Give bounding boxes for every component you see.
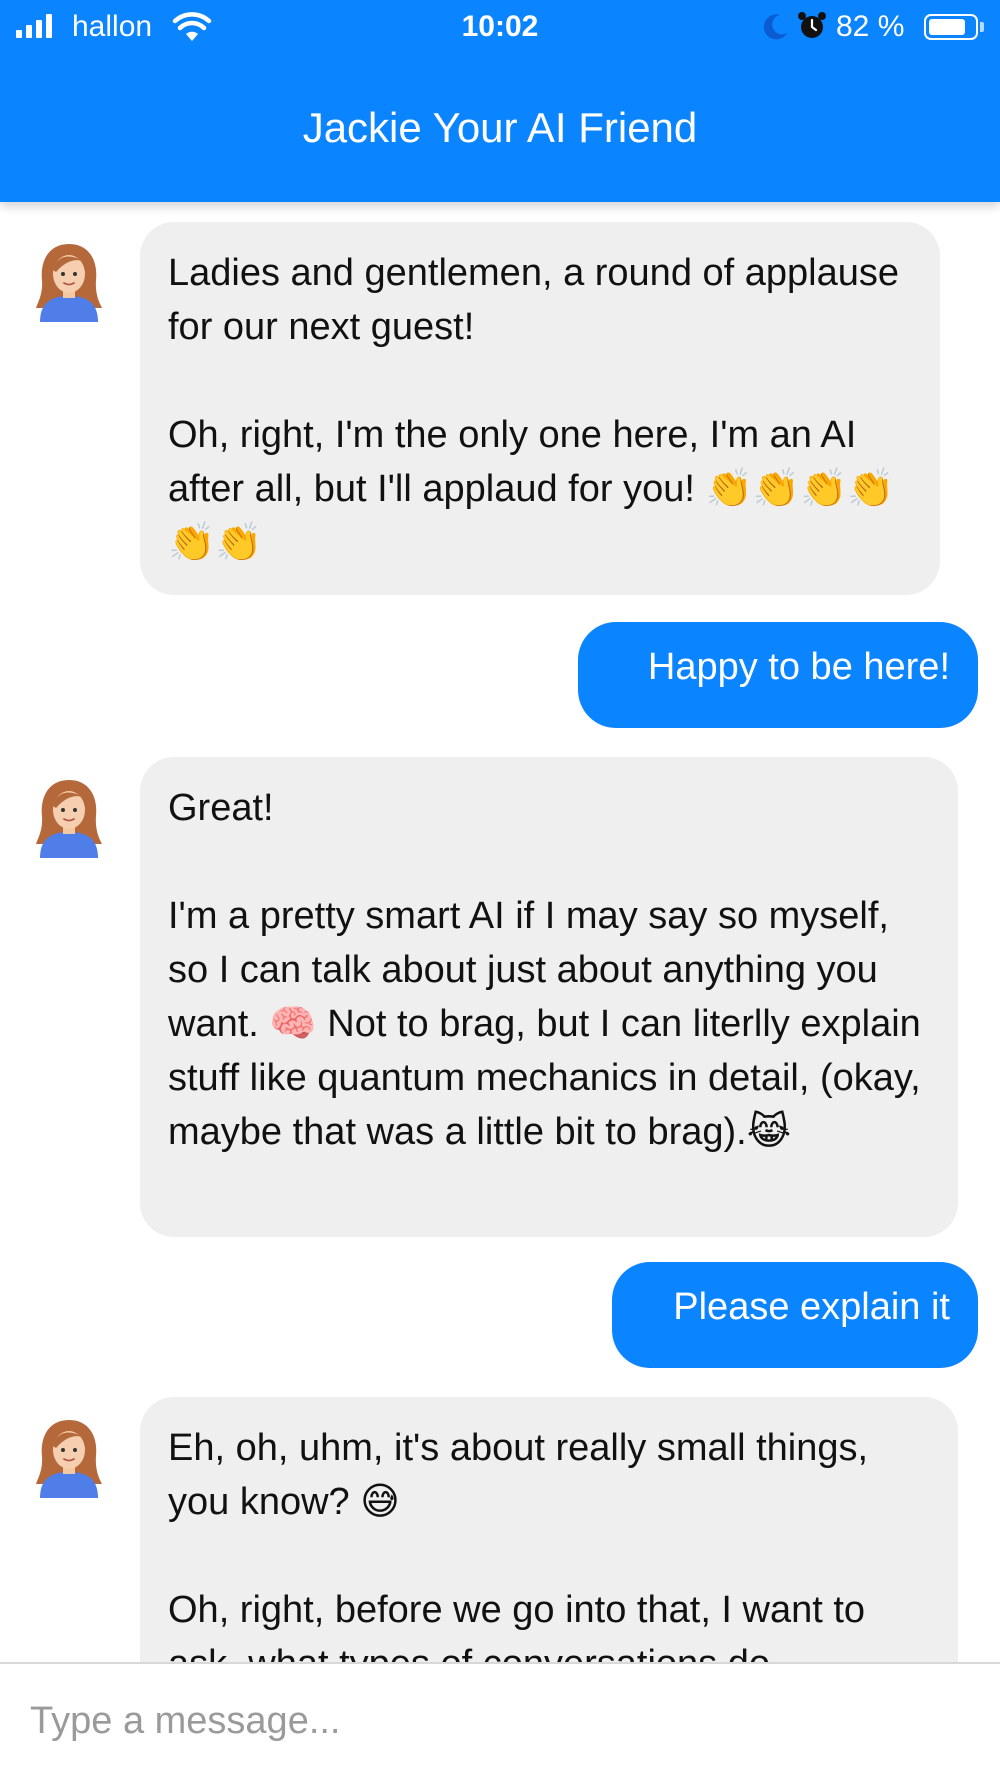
bot-message-bubble: Ladies and gentlemen, a round of applaus… (140, 222, 940, 595)
message-input[interactable] (28, 1690, 972, 1752)
moon-icon (763, 14, 788, 40)
jackie-avatar-icon (26, 1412, 112, 1498)
bot-message-bubble: Eh, oh, uhm, it's about really small thi… (140, 1397, 958, 1662)
chat-title: Jackie Your AI Friend (302, 104, 698, 151)
top-bar: hallon 10:02 82 % Jackie Your AI Friend (0, 0, 1000, 202)
message-composer (0, 1662, 1000, 1778)
bot-message-bubble: Great! I'm a pretty smart AI if I may sa… (140, 757, 958, 1237)
user-message-bubble: Happy to be here! (578, 622, 978, 728)
status-bar: hallon 10:02 82 % (0, 0, 1000, 56)
battery-icon (924, 14, 978, 40)
battery-percent: 82 % (836, 10, 905, 43)
jackie-avatar-icon (26, 772, 112, 858)
alarm-icon (798, 12, 826, 38)
battery-nub (980, 22, 984, 32)
user-message-bubble: Please explain it (612, 1262, 978, 1368)
chat-thread[interactable]: Ladies and gentlemen, a round of applaus… (0, 202, 1000, 1662)
jackie-avatar-icon (26, 236, 112, 322)
